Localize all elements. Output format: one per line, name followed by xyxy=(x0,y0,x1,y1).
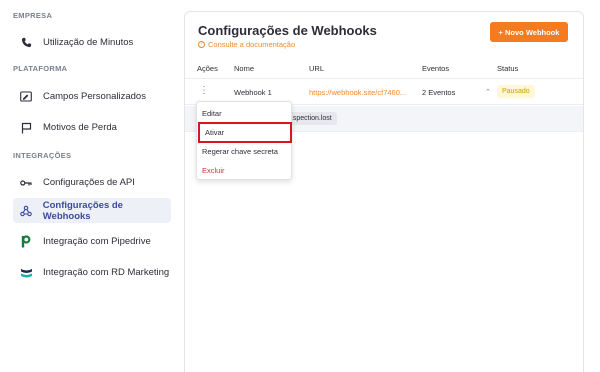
webhook-events: 2 Eventos xyxy=(422,88,456,97)
sidebar-item-label: Integração com RD Marketing xyxy=(43,267,170,278)
sidebar-item-label: Motivos de Perda xyxy=(43,122,117,133)
actions-menu-button[interactable]: ⋮ xyxy=(199,85,209,97)
sidebar: EMPRESA Utilização de Minutos PLATAFORMA… xyxy=(0,0,178,372)
chevron-up-icon[interactable]: ⌃ xyxy=(485,88,491,96)
menu-item-ativar[interactable]: Ativar xyxy=(198,122,292,143)
sidebar-item-label: Configurações de API xyxy=(43,177,135,188)
section-title-plataforma: PLATAFORMA xyxy=(13,64,68,73)
documentation-link-label: Consulte a documentação xyxy=(208,40,296,49)
key-icon xyxy=(19,176,33,190)
actions-dropdown: Editar Ativar Regerar chave secreta Excl… xyxy=(196,101,292,180)
webhooks-panel: Configurações de Webhooks ? Consulte a d… xyxy=(184,11,584,372)
documentation-link[interactable]: ? Consulte a documentação xyxy=(198,40,295,49)
phone-icon xyxy=(19,36,33,50)
form-icon xyxy=(19,90,33,104)
sidebar-item-motivos[interactable]: Motivos de Perda xyxy=(13,115,171,140)
sidebar-item-minutos[interactable]: Utilização de Minutos xyxy=(13,30,171,55)
sidebar-item-label: Utilização de Minutos xyxy=(43,37,134,48)
sidebar-item-campos[interactable]: Campos Personalizados xyxy=(13,84,171,109)
menu-item-excluir[interactable]: Excluir xyxy=(197,161,293,180)
sidebar-item-api[interactable]: Configurações de API xyxy=(13,170,171,195)
section-title-integracoes: INTEGRAÇÕES xyxy=(13,151,72,160)
webhook-name: Webhook 1 xyxy=(234,88,272,97)
pipedrive-icon xyxy=(19,235,33,249)
status-badge: Pausado xyxy=(497,85,535,98)
page-title: Configurações de Webhooks xyxy=(198,23,377,38)
webhook-icon xyxy=(19,204,33,218)
info-icon: ? xyxy=(198,41,205,48)
sidebar-item-rd[interactable]: Integração com RD Marketing xyxy=(13,260,171,285)
flag-icon xyxy=(19,121,33,135)
sidebar-item-pipedrive[interactable]: Integração com Pipedrive xyxy=(13,229,171,254)
sidebar-item-webhooks[interactable]: Configurações de Webhooks xyxy=(13,198,171,223)
table-header: Ações Nome URL Eventos Status xyxy=(185,59,583,79)
webhook-url: https://webhook.site/cf7460... xyxy=(309,88,407,97)
column-header-status: Status xyxy=(497,64,519,73)
column-header-acoes: Ações xyxy=(197,64,218,73)
column-header-nome: Nome xyxy=(234,64,255,73)
section-title-empresa: EMPRESA xyxy=(13,11,53,20)
rd-icon xyxy=(19,266,33,280)
sidebar-item-label: Configurações de Webhooks xyxy=(42,199,123,222)
new-webhook-button[interactable]: + Novo Webhook xyxy=(490,22,568,42)
menu-item-regerar[interactable]: Regerar chave secreta xyxy=(197,142,293,161)
menu-item-editar[interactable]: Editar xyxy=(197,104,293,123)
column-header-eventos: Eventos xyxy=(422,64,450,73)
sidebar-item-label: Campos Personalizados xyxy=(43,91,146,102)
column-header-url: URL xyxy=(309,64,325,73)
sidebar-item-label: Integração com Pipedrive xyxy=(43,236,151,247)
